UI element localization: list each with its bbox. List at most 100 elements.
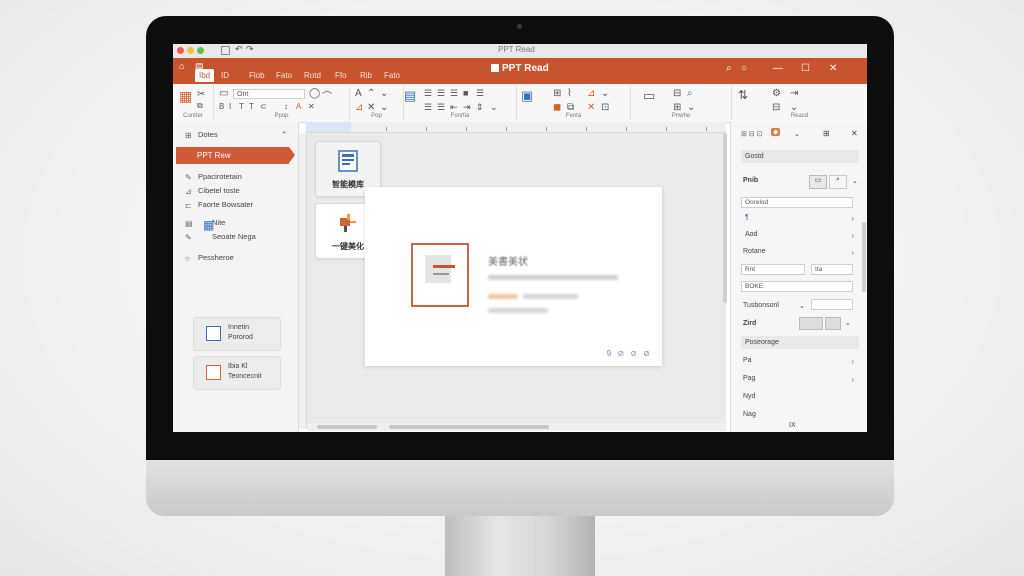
shape-icon[interactable]: ◯ <box>309 88 320 99</box>
search-icon[interactable]: ⌕ <box>726 63 732 74</box>
fill-color-icon[interactable]: ⊿ <box>355 102 363 113</box>
align-left-icon[interactable]: ☰ <box>424 88 432 99</box>
tab-insert[interactable]: ID <box>221 71 229 80</box>
copy-icon[interactable]: ⧉ <box>197 101 203 111</box>
indent-icon[interactable]: ⇤ <box>450 102 458 113</box>
help-icon[interactable]: ○ <box>741 63 747 74</box>
text-direction-icon[interactable]: ↕ <box>284 102 288 111</box>
strikethrough-icon[interactable]: T <box>249 102 254 111</box>
italic-icon[interactable]: I <box>229 102 231 111</box>
outline-icon[interactable]: ✕ <box>367 102 375 113</box>
transparency-dropdown-icon[interactable]: ⌄ <box>799 302 805 310</box>
replace-icon[interactable]: ⌕ <box>687 88 693 99</box>
numbering-icon[interactable]: ☰ <box>437 102 445 113</box>
text-up-icon[interactable]: A <box>355 88 362 99</box>
redo-icon[interactable]: ↷ <box>246 44 254 55</box>
tab-animations[interactable]: Rotd <box>304 71 321 80</box>
shape-fill-icon[interactable]: ⊿ <box>587 88 595 99</box>
style-box[interactable]: BOKE <box>741 281 853 292</box>
pointer-icon[interactable]: ⌄ <box>380 88 388 99</box>
highlight-icon[interactable]: A <box>296 102 301 111</box>
scroll-thumb-left[interactable] <box>317 425 377 429</box>
search-toggle-icon[interactable]: ⌕ <box>829 175 847 189</box>
format-icon[interactable]: ⌒ <box>322 88 332 103</box>
columns-icon[interactable]: ☰ <box>476 88 484 99</box>
text-down-icon[interactable]: ⌃ <box>367 88 375 99</box>
left-nav-item-5[interactable]: ✎ Seoate Nega <box>185 232 256 242</box>
bold-icon[interactable]: B <box>219 102 224 111</box>
header-dropdown[interactable]: Gostd <box>741 150 859 163</box>
bullets-icon[interactable]: ☰ <box>424 102 432 113</box>
editing-more-icon[interactable]: ⌄ <box>687 102 695 113</box>
pane-tools-icon[interactable]: ⊞ ⊟ ⊡ <box>741 130 763 138</box>
color-swatch[interactable] <box>799 317 823 330</box>
find-icon[interactable]: ⊟ <box>673 88 681 99</box>
size-box-1[interactable]: Rnt <box>741 264 805 275</box>
pane-more-icon[interactable]: ⊞ <box>823 129 830 138</box>
collapse-pane-icon[interactable]: ⌃ <box>281 130 287 139</box>
dropdown-icon[interactable]: ⌄ <box>380 102 388 113</box>
close-button[interactable]: ✕ <box>829 63 837 74</box>
shading-icon[interactable]: ■ <box>463 88 468 98</box>
effects-icon[interactable]: ◼ <box>553 102 561 113</box>
left-nav-active[interactable]: PPT Rew <box>176 147 295 164</box>
align-center-icon[interactable]: ☰ <box>437 88 445 99</box>
shapes-icon[interactable]: ⊞ <box>553 88 561 99</box>
tab-review[interactable]: Rib <box>360 71 372 80</box>
left-nav-item-6[interactable]: ○ Pessheroe <box>185 253 234 263</box>
new-slide-icon[interactable]: ▭ <box>219 88 228 99</box>
slide-tools[interactable]: 9 ⊘ ⊘ ⊘ <box>607 349 652 358</box>
cut-icon[interactable]: ✂ <box>197 89 205 100</box>
field-dropdown[interactable]: Oorelod <box>741 197 853 208</box>
canvas-horizontal-scrollbar[interactable] <box>307 423 726 431</box>
list-item-2[interactable]: Pag <box>743 375 755 382</box>
save-icon[interactable] <box>221 46 230 55</box>
align-right-icon[interactable]: ☰ <box>450 88 458 99</box>
tab-slideshow[interactable]: Ffo <box>335 71 347 80</box>
section2-bar[interactable]: Poseorage <box>741 336 859 349</box>
minimize-button[interactable]: — <box>773 63 783 74</box>
left-nav-item-2[interactable]: ⊿ Cibetel toste <box>185 186 240 196</box>
tab-view[interactable]: Fato <box>384 71 400 80</box>
wordart-icon[interactable]: ✕ <box>587 102 595 113</box>
paragraph-more-icon[interactable]: ⌄ <box>490 102 498 113</box>
underline-icon[interactable]: T <box>239 102 244 111</box>
shape-outline-icon[interactable]: ⌄ <box>601 88 609 99</box>
folder-toggle-icon[interactable]: ▭ <box>809 175 827 189</box>
maximize-button[interactable]: ☐ <box>801 63 810 74</box>
pane-dropdown-icon[interactable]: ⌄ <box>794 130 800 138</box>
font-color-icon[interactable]: ⊂ <box>260 102 267 111</box>
chevron-right-icon[interactable]: › <box>851 375 854 384</box>
lines-icon[interactable]: ⌇ <box>567 88 572 99</box>
tab-home[interactable]: Ibd <box>195 69 215 82</box>
outdent-icon[interactable]: ⇥ <box>463 102 471 113</box>
select-icon[interactable]: ⊡ <box>601 102 609 113</box>
transparency-box[interactable] <box>811 299 853 310</box>
close-dot-button[interactable] <box>177 47 184 54</box>
left-nav-item-1[interactable]: ✎ Ppacirotetain <box>185 172 242 182</box>
color-picker-icon[interactable] <box>825 317 841 330</box>
arrange-icon[interactable]: ▣ <box>521 88 533 104</box>
section-expand-icon[interactable]: ⌄ <box>852 177 858 185</box>
collapse-icon[interactable]: ⌄ <box>790 102 798 113</box>
pane-close-icon[interactable]: ✕ <box>851 129 858 138</box>
addins-icon[interactable]: ⚙ <box>772 88 781 99</box>
chevron-right-icon[interactable]: › <box>851 357 854 366</box>
slide[interactable]: 美書美状 9 ⊘ ⊘ ⊘ <box>365 187 662 366</box>
quick-styles-icon[interactable]: ⧉ <box>567 102 574 113</box>
editing-select-icon[interactable]: ⊞ <box>673 102 681 113</box>
minimize-dot-button[interactable] <box>187 47 194 54</box>
chevron-right-icon[interactable]: › <box>851 248 854 257</box>
left-nav-item-3[interactable]: ⊏ Faorte Bowsater <box>185 200 253 210</box>
left-card-1[interactable]: Innetin Pororod <box>193 317 281 351</box>
undo-icon[interactable]: ↶ <box>235 44 243 55</box>
size-box-2[interactable]: Ita <box>811 264 853 275</box>
list-item-4[interactable]: Nag <box>743 411 756 418</box>
dictate-icon[interactable]: ⇅ <box>738 88 748 102</box>
left-card-2[interactable]: Ibia Kl Teoncecnit <box>193 356 281 390</box>
font-name-select[interactable]: Ont <box>233 89 305 99</box>
chevron-right-icon[interactable]: › <box>851 231 854 240</box>
layout-icon[interactable]: ▤ <box>404 88 416 104</box>
home-icon[interactable]: ⌂ <box>179 61 184 71</box>
chevron-right-icon[interactable]: › <box>851 214 854 223</box>
